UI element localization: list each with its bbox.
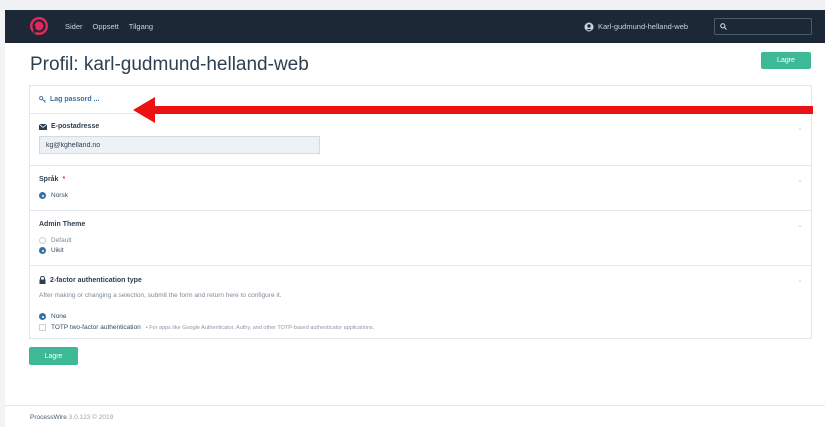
- search-icon: [720, 23, 727, 30]
- checkbox[interactable]: [39, 324, 46, 331]
- key-icon: [39, 96, 46, 103]
- language-field: Språk * ⌄ Norsk: [30, 166, 811, 211]
- user-circle-icon: [584, 22, 594, 31]
- tfa-option-totp[interactable]: TOTP two-factor authentication • For app…: [39, 324, 374, 331]
- admin-theme-field: Admin Theme ⌄ Default Uikit: [30, 211, 811, 266]
- radio-selected[interactable]: [39, 313, 46, 320]
- tfa-description: After making or changing a selection, su…: [39, 292, 282, 299]
- tfa-option-none-label: None: [51, 313, 67, 320]
- save-button-bottom[interactable]: Lagre: [29, 347, 78, 365]
- nav-item-oppsett[interactable]: Oppsett: [93, 22, 119, 31]
- radio-selected[interactable]: [39, 247, 46, 254]
- nav-item-tilgang[interactable]: Tilgang: [129, 22, 153, 31]
- chevron-down-icon[interactable]: ⌄: [797, 276, 803, 284]
- tfa-option-totp-note: • For apps like Google Authenticator, Au…: [145, 324, 375, 331]
- footer-version: 3.0.123 © 2019: [68, 414, 114, 421]
- app-frame: Sider Oppsett Tilgang Karl-gudmund-hella…: [5, 10, 825, 427]
- email-field[interactable]: [39, 136, 320, 154]
- main-nav: Sider Oppsett Tilgang: [65, 10, 153, 43]
- chevron-down-icon[interactable]: ⌄: [797, 221, 803, 229]
- language-label-text: Språk: [39, 176, 59, 183]
- create-password-link[interactable]: Lag passord ...: [39, 96, 99, 103]
- email-label: E-postadresse: [39, 123, 99, 130]
- email-label-text: E-postadresse: [51, 123, 100, 130]
- footer-divider: [5, 405, 825, 406]
- theme-option-default[interactable]: Default: [39, 237, 72, 244]
- radio-selected[interactable]: [39, 192, 46, 199]
- language-option-norsk[interactable]: Norsk: [39, 192, 68, 199]
- chevron-down-icon[interactable]: ⌄: [797, 176, 803, 184]
- tfa-field: 2-factor authentication type ⌄ After mak…: [30, 266, 811, 339]
- envelope-icon: [39, 123, 47, 130]
- masthead: Sider Oppsett Tilgang Karl-gudmund-hella…: [5, 10, 825, 43]
- footer-brand: ProcessWire: [30, 414, 67, 421]
- tfa-label: 2-factor authentication type: [39, 276, 142, 284]
- tfa-label-text: 2-factor authentication type: [50, 276, 142, 284]
- tfa-option-none[interactable]: None: [39, 313, 67, 320]
- theme-option-uikit[interactable]: Uikit: [39, 247, 64, 254]
- theme-option-label: Default: [51, 237, 72, 244]
- page-title: Profil: karl-gudmund-helland-web: [30, 54, 309, 75]
- arrow-left-icon: [133, 97, 813, 123]
- nav-item-sider[interactable]: Sider: [65, 22, 83, 31]
- search-input[interactable]: [731, 23, 809, 30]
- search-box[interactable]: [714, 18, 812, 35]
- user-menu[interactable]: Karl-gudmund-helland-web: [584, 10, 688, 43]
- required-mark: *: [62, 176, 66, 183]
- language-option-label: Norsk: [51, 192, 68, 199]
- admin-theme-label-text: Admin Theme: [39, 221, 86, 228]
- radio-unselected[interactable]: [39, 237, 46, 244]
- language-label: Språk *: [39, 176, 65, 183]
- profile-form: Lag passord ... E-postadresse ⌄ Språk * …: [29, 85, 812, 339]
- processwire-logo-icon[interactable]: [29, 16, 49, 36]
- save-button-top[interactable]: Lagre: [761, 52, 811, 69]
- theme-option-label: Uikit: [51, 247, 64, 254]
- footer: ProcessWire 3.0.123 © 2019: [30, 414, 113, 421]
- browser-top-strip: [0, 0, 825, 10]
- admin-theme-label: Admin Theme: [39, 221, 85, 228]
- create-password-label: Lag passord ...: [50, 96, 100, 103]
- chevron-down-icon[interactable]: ⌄: [797, 124, 803, 132]
- lock-icon: [39, 276, 46, 284]
- user-name: Karl-gudmund-helland-web: [598, 22, 689, 31]
- tfa-option-totp-label: TOTP two-factor authentication: [51, 324, 141, 331]
